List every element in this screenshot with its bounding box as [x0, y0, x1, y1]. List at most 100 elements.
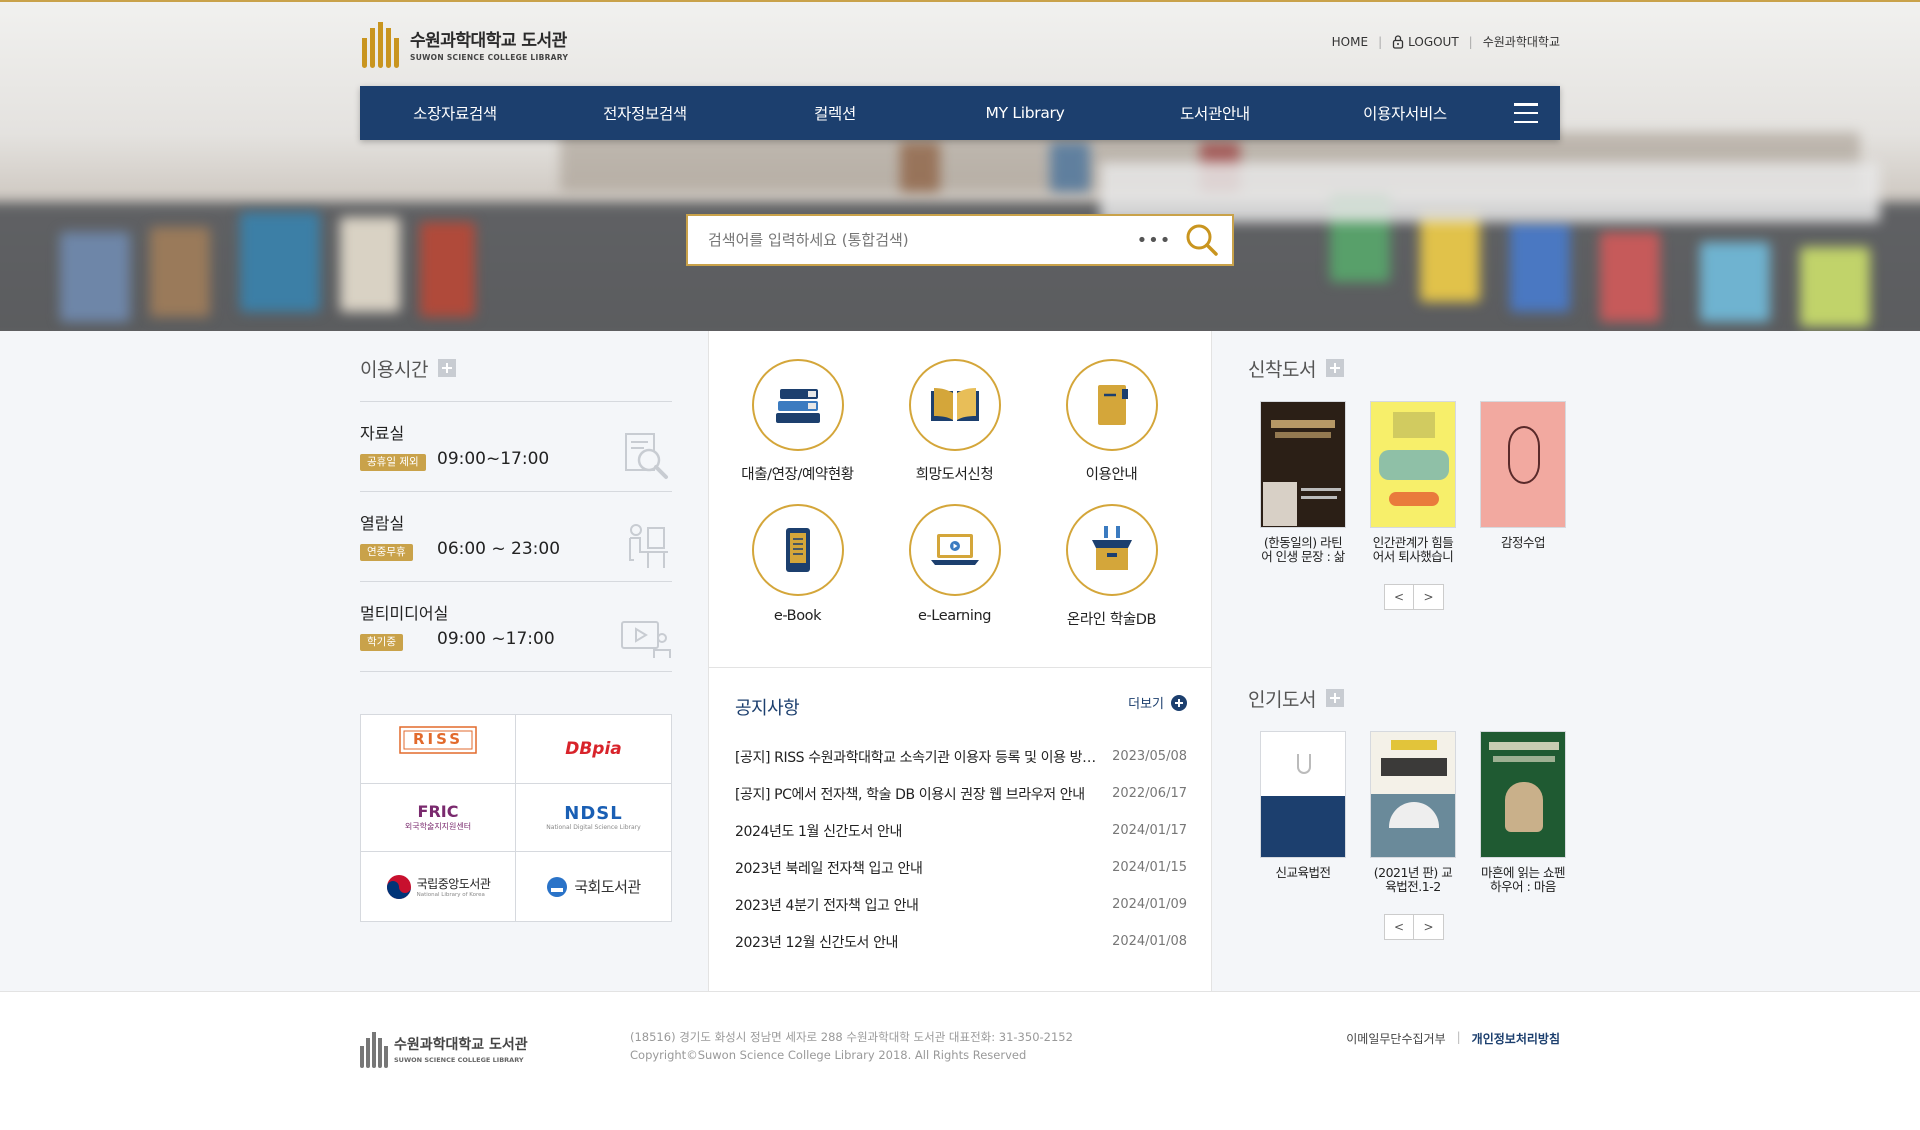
- search-options-button[interactable]: •••: [1136, 230, 1172, 251]
- service-user-guide[interactable]: 이용안내: [1033, 359, 1190, 484]
- home-link[interactable]: HOME: [1332, 35, 1368, 49]
- room-hours: 06:00 ~ 23:00: [437, 539, 561, 559]
- left-column: 이용시간 자료실 공휴일 제외 09:00~17:00 열람실 연중무휴 06:…: [0, 331, 708, 991]
- nlk-sublabel: National Library of Korea: [416, 892, 485, 899]
- notice-item-title: [공지] RISS 수원과학대학교 소속기관 이용자 등록 및 이용 방법 안내: [735, 749, 1113, 766]
- nav-electronic-search[interactable]: 전자정보검색: [550, 102, 740, 124]
- notice-item-title: 2024년도 1월 신간도서 안내: [735, 823, 903, 840]
- email-policy-link[interactable]: 이메일무단수집거부: [1346, 1030, 1445, 1047]
- search-box: •••: [686, 214, 1234, 266]
- service-label: e-Book: [773, 608, 822, 624]
- nav-my-library[interactable]: MY Library: [930, 104, 1120, 122]
- service-online-db[interactable]: 온라인 학술DB: [1033, 504, 1190, 629]
- notice-item-title: 2023년 북레일 전자책 입고 안내: [735, 860, 923, 877]
- library-logo[interactable]: 수원과학대학교 도서관 SUWON SCIENCE COLLEGE LIBRAR…: [362, 18, 568, 70]
- footer-address: (18516) 경기도 화성시 정남면 세자로 288 수원과학대학 도서관 대…: [630, 1028, 1073, 1064]
- nanet-label: 국회도서관: [574, 878, 641, 897]
- notice-item[interactable]: 2024년도 1월 신간도서 안내 2024/01/17: [735, 812, 1187, 849]
- hamburger-menu-icon[interactable]: [1514, 103, 1538, 123]
- util-separator: |: [1378, 34, 1383, 49]
- book-item[interactable]: 마흔에 읽는 쇼펜하우어 : 마음: [1480, 731, 1566, 894]
- nav-collection[interactable]: 컬렉션: [740, 102, 930, 124]
- logout-link[interactable]: LOGOUT: [1408, 35, 1459, 49]
- ndsl-sublabel: National Digital Science Library: [546, 824, 641, 832]
- notice-item-date: 2024/01/09: [1112, 897, 1187, 912]
- service-label: 이용안내: [1085, 467, 1138, 483]
- notice-item[interactable]: [공지] PC에서 전자책, 학술 DB 이용시 권장 웹 브라우저 안내 202…: [735, 775, 1187, 812]
- notice-item[interactable]: [공지] RISS 수원과학대학교 소속기관 이용자 등록 및 이용 방법 안내…: [735, 738, 1187, 775]
- notice-item-date: 2024/01/15: [1112, 860, 1187, 875]
- new-books-more-plus-icon[interactable]: [1325, 359, 1344, 377]
- service-book-request[interactable]: 희망도서신청: [876, 359, 1033, 484]
- dbpia-link[interactable]: DBpia: [516, 715, 671, 784]
- service-label: e-Learning: [917, 608, 992, 624]
- fric-link[interactable]: FRIC 외국학술지지원센터: [361, 783, 516, 853]
- notice-item[interactable]: 2023년 북레일 전자책 입고 안내 2024/01/15: [735, 849, 1187, 886]
- next-button[interactable]: >: [1414, 584, 1444, 610]
- notice-item[interactable]: 2023년 4분기 전자책 입고 안내 2024/01/09: [735, 886, 1187, 923]
- nav-holdings-search[interactable]: 소장자료검색: [360, 102, 550, 124]
- next-button[interactable]: >: [1414, 914, 1444, 940]
- notice-item[interactable]: 2023년 12월 신간도서 안내 2024/01/08: [735, 923, 1187, 960]
- notice-item-title: 2023년 12월 신간도서 안내: [735, 934, 899, 951]
- partner-links: RISS DBpia FRIC 외국학술지지원센터 NDSL National …: [360, 714, 672, 922]
- search-button[interactable]: [1172, 216, 1232, 264]
- hours-row: 자료실 공휴일 제외 09:00~17:00: [360, 402, 672, 492]
- hours-row: 멀티미디어실 학기중 09:00 ~17:00: [360, 582, 672, 672]
- book-title: (2021년 판) 교육법전.1-2: [1373, 866, 1453, 894]
- nav-user-services[interactable]: 이용자서비스: [1310, 102, 1500, 124]
- book-cover: [1370, 731, 1456, 858]
- university-link[interactable]: 수원과학대학교: [1483, 33, 1560, 50]
- popular-books-section: 인기도서 신교육법전 (2021년 판) 교육법전.1-2 마흔에 읽는 쇼펜하…: [1248, 685, 1568, 940]
- nav-library-guide[interactable]: 도서관안내: [1120, 102, 1310, 124]
- footer-logo-mark-icon: [360, 1030, 388, 1068]
- service-label: 온라인 학술DB: [1066, 612, 1157, 628]
- book-title: 마흔에 읽는 쇼펜하우어 : 마음: [1481, 866, 1565, 894]
- riss-link[interactable]: RISS: [361, 715, 516, 784]
- room-hours: 09:00 ~17:00: [437, 629, 555, 649]
- nanet-emblem-icon: [547, 876, 568, 897]
- service-label: 대출/연장/예약현황: [741, 467, 854, 483]
- book-item[interactable]: (한동일의) 라틴어 인생 문장 : 삶: [1260, 401, 1346, 564]
- prev-button[interactable]: <: [1384, 584, 1414, 610]
- popular-books-pager: < >: [1384, 914, 1568, 940]
- book-item[interactable]: 감정수업: [1480, 401, 1566, 564]
- right-column: 신착도서 (한동일의) 라틴어 인생 문장 : 삶 인간관계가 힘들어서 퇴사했…: [1212, 331, 1920, 991]
- document-search-icon: [618, 430, 672, 484]
- nlk-label: 국립중앙도서관: [416, 877, 491, 892]
- nlk-link[interactable]: 국립중앙도서관 National Library of Korea: [361, 852, 516, 921]
- multimedia-icon: [618, 610, 672, 664]
- notice-item-date: 2023/05/08: [1112, 749, 1187, 764]
- book-cover: [1260, 731, 1346, 858]
- book-item[interactable]: (2021년 판) 교육법전.1-2: [1370, 731, 1456, 894]
- taegeuk-icon: [386, 874, 411, 899]
- room-name: 자료실: [360, 424, 405, 443]
- ndsl-link[interactable]: NDSL National Digital Science Library: [516, 784, 671, 853]
- room-name: 열람실: [360, 514, 405, 533]
- notice-item-title: 2023년 4분기 전자책 입고 안내: [735, 897, 919, 914]
- footer-links: 이메일무단수집거부 | 개인정보처리방침: [1346, 1030, 1560, 1047]
- notebook-icon: [1097, 385, 1128, 425]
- service-loan-status[interactable]: 대출/연장/예약현황: [719, 359, 876, 484]
- search-icon: [1186, 224, 1218, 256]
- hours-row: 열람실 연중무휴 06:00 ~ 23:00: [360, 492, 672, 582]
- status-badge: 학기중: [360, 634, 403, 651]
- logo-mark-icon: [362, 20, 404, 68]
- laptop-play-icon: [930, 534, 979, 565]
- service-ebook[interactable]: e-Book: [719, 504, 876, 629]
- prev-button[interactable]: <: [1384, 914, 1414, 940]
- popular-books-more-plus-icon[interactable]: [1325, 689, 1344, 707]
- search-input[interactable]: [688, 231, 1136, 249]
- center-column: 대출/연장/예약현황 희망도서신청 이용안내 e-Book e-Learning…: [708, 331, 1213, 991]
- book-cover: [1480, 731, 1566, 858]
- book-item[interactable]: 신교육법전: [1260, 731, 1346, 894]
- dbpia-label: DBpia: [565, 738, 622, 759]
- nanet-link[interactable]: 국회도서관: [516, 852, 671, 921]
- room-hours: 09:00~17:00: [437, 449, 550, 469]
- hours-more-plus-icon[interactable]: [437, 359, 456, 377]
- book-item[interactable]: 인간관계가 힘들어서 퇴사했습니: [1370, 401, 1456, 564]
- notice-more-button[interactable]: 더보기: [1128, 693, 1187, 712]
- privacy-policy-link[interactable]: 개인정보처리방침: [1472, 1030, 1560, 1047]
- service-elearning[interactable]: e-Learning: [876, 504, 1033, 629]
- new-books-section: 신착도서 (한동일의) 라틴어 인생 문장 : 삶 인간관계가 힘들어서 퇴사했…: [1248, 355, 1568, 610]
